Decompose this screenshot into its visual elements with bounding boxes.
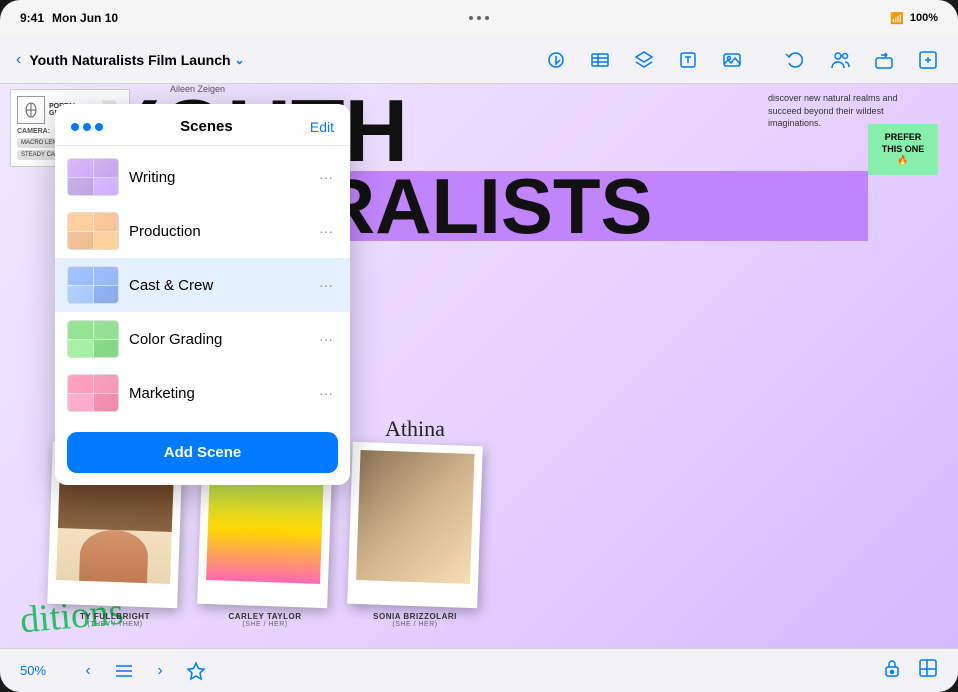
bottom-bar: 50% ‹ ›	[0, 648, 958, 692]
cast-info-2: CARLEY TAYLOR (SHE / HER)	[200, 612, 330, 628]
prev-slide-button[interactable]: ‹	[72, 655, 104, 687]
document-title[interactable]: Youth Naturalists Film Launch ⌄	[29, 52, 534, 68]
scene-more-color[interactable]: ···	[314, 327, 338, 351]
shapes-icon[interactable]	[542, 46, 570, 74]
scene-more-production[interactable]: ···	[314, 219, 338, 243]
scenes-panel: Scenes Edit	[55, 104, 350, 485]
cast-info-3: SONIA BRIZZOLARI (SHE / HER)	[350, 612, 480, 628]
scenes-title: Scenes	[103, 118, 310, 135]
sticky-text: PREFERTHIS ONE🔥	[882, 132, 925, 165]
cast-name-3: SONIA BRIZZOLARI	[350, 612, 480, 621]
scene-thumbnail-writing	[67, 158, 119, 196]
scene-item-cast[interactable]: Cast & Crew ···	[55, 258, 350, 312]
cast-pronouns-2: (SHE / HER)	[200, 621, 330, 628]
scene-item-writing[interactable]: Writing ···	[55, 150, 350, 204]
person-label: Aileen Zeigen	[170, 84, 225, 94]
toolbar-right-icons	[782, 46, 942, 74]
text-icon[interactable]	[674, 46, 702, 74]
scenes-dot-2	[83, 123, 91, 131]
scene-item-color[interactable]: Color Grading ···	[55, 312, 350, 366]
cast-pronouns-3: (SHE / HER)	[350, 621, 480, 628]
lock-icon[interactable]	[882, 658, 902, 683]
time: 9:41	[20, 11, 44, 25]
scenes-list: Writing ···	[55, 146, 350, 424]
cast-name-1: TY FULLBRIGHT	[50, 612, 180, 621]
scenes-dot-1	[71, 123, 79, 131]
dot2	[477, 16, 481, 20]
share-icon[interactable]	[870, 46, 898, 74]
scene-item-marketing[interactable]: Marketing ···	[55, 366, 350, 420]
status-bar: 9:41 Mon Jun 10 📶 100%	[0, 0, 958, 36]
cast-pronouns-1: (THEY / THEM)	[50, 621, 180, 628]
sticky-note: PREFERTHIS ONE🔥	[868, 124, 938, 175]
title-chevron-icon: ⌄	[235, 53, 245, 67]
status-bar-right: 📶 100%	[890, 12, 938, 25]
scene-name-production: Production	[129, 223, 304, 240]
scene-name-color: Color Grading	[129, 331, 304, 348]
table-icon[interactable]	[586, 46, 614, 74]
status-bar-center	[469, 16, 489, 20]
scene-name-marketing: Marketing	[129, 385, 304, 402]
bottom-bar-right	[882, 658, 938, 683]
cast-item-3: Athina SONIA BRIZZOLARI (SHE / HER)	[350, 416, 480, 628]
cast-info-1: TY FULLBRIGHT (THEY / THEM)	[50, 612, 180, 628]
scene-name-writing: Writing	[129, 169, 304, 186]
status-bar-left: 9:41 Mon Jun 10	[20, 11, 118, 25]
add-scene-button[interactable]: Add Scene	[67, 432, 338, 473]
battery: 100%	[910, 12, 938, 24]
back-chevron: ‹	[16, 51, 21, 69]
scenes-edit-button[interactable]: Edit	[310, 119, 334, 135]
cast-name-2: CARLEY TAYLOR	[200, 612, 330, 621]
bottom-nav: ‹ ›	[72, 655, 212, 687]
dot1	[469, 16, 473, 20]
scene-more-marketing[interactable]: ···	[314, 381, 338, 405]
title-text: Youth Naturalists Film Launch	[29, 52, 230, 68]
scene-thumbnail-marketing	[67, 374, 119, 412]
slide-list-button[interactable]	[108, 655, 140, 687]
scenes-dot-3	[95, 123, 103, 131]
layers-icon[interactable]	[630, 46, 658, 74]
scene-name-cast: Cast & Crew	[129, 277, 304, 294]
scene-item-production[interactable]: Production ···	[55, 204, 350, 258]
scenes-header: Scenes Edit	[55, 104, 350, 146]
favorite-button[interactable]	[180, 655, 212, 687]
view-grid-icon[interactable]	[918, 658, 938, 683]
toolbar-icons	[542, 46, 746, 74]
main-area: PORTAL GRAPHICS CAMERA: MACRO LENS STEAD…	[0, 84, 958, 648]
scene-thumbnail-production	[67, 212, 119, 250]
dot3	[485, 16, 489, 20]
back-button[interactable]: ‹	[16, 51, 21, 69]
polaroid-3	[347, 442, 483, 608]
wifi-icon: 📶	[890, 12, 904, 25]
undo-icon[interactable]	[782, 46, 810, 74]
insert-image-icon[interactable]	[718, 46, 746, 74]
collaborators-icon[interactable]	[826, 46, 854, 74]
more-icon[interactable]	[914, 46, 942, 74]
scene-more-cast[interactable]: ···	[314, 273, 338, 297]
scene-thumbnail-cast	[67, 266, 119, 304]
date: Mon Jun 10	[52, 11, 118, 25]
toolbar: ‹ Youth Naturalists Film Launch ⌄	[0, 36, 958, 84]
zoom-level[interactable]: 50%	[20, 663, 56, 678]
scene-thumbnail-color	[67, 320, 119, 358]
scenes-dots	[71, 123, 103, 131]
scene-more-writing[interactable]: ···	[314, 165, 338, 189]
next-slide-button[interactable]: ›	[144, 655, 176, 687]
photo-sonia	[356, 450, 474, 584]
